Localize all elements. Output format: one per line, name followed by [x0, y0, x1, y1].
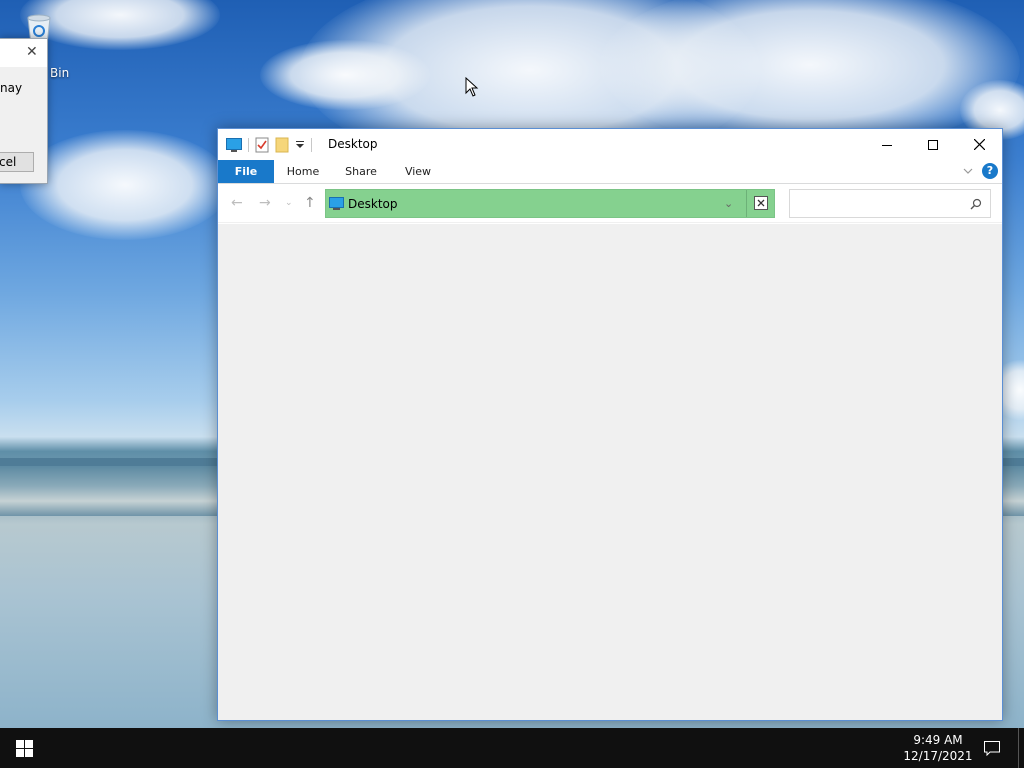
- action-center-button[interactable]: [980, 728, 1004, 768]
- clear-address-button[interactable]: [754, 196, 768, 210]
- cloud: [20, 130, 230, 240]
- close-icon: [973, 139, 985, 150]
- navigation-bar: ← → ⌄ ↑ Desktop ⌄: [218, 185, 1002, 223]
- search-box[interactable]: [789, 189, 991, 218]
- file-explorer-window: Desktop File Home Share View ? ← → ⌄ ↑ D…: [217, 128, 1003, 721]
- tab-view[interactable]: View: [394, 160, 442, 183]
- show-desktop-button[interactable]: [1018, 728, 1019, 768]
- expand-ribbon-icon[interactable]: [963, 168, 973, 175]
- address-bar[interactable]: Desktop ⌄: [325, 189, 775, 218]
- recent-locations-icon[interactable]: ⌄: [285, 198, 293, 208]
- minimize-icon: [882, 144, 892, 146]
- clock-date: 12/17/2021: [903, 749, 973, 763]
- mouse-cursor-icon: [465, 77, 479, 97]
- system-clock[interactable]: 9:49 AM 12/17/2021: [900, 732, 976, 764]
- separator: [248, 138, 249, 152]
- windows-logo-icon: [15, 739, 33, 757]
- dialog-message: nay: [0, 81, 23, 95]
- search-input[interactable]: [794, 194, 964, 213]
- cloud: [260, 40, 430, 110]
- minimize-button[interactable]: [864, 129, 910, 160]
- clear-icon: [757, 199, 765, 207]
- address-divider: [746, 190, 747, 217]
- maximize-button[interactable]: [910, 129, 956, 160]
- address-history-icon[interactable]: ⌄: [724, 197, 733, 210]
- window-title: Desktop: [328, 137, 378, 151]
- close-button[interactable]: [956, 129, 1002, 160]
- forward-icon[interactable]: →: [259, 195, 271, 211]
- properties-icon[interactable]: [255, 137, 269, 153]
- quick-access-toolbar: [226, 136, 312, 154]
- tab-file[interactable]: File: [218, 160, 274, 183]
- search-icon[interactable]: [970, 198, 982, 210]
- dialog-cancel-button[interactable]: cel: [0, 152, 34, 172]
- ribbon-tabs: File Home Share View ?: [218, 160, 1002, 184]
- address-value: Desktop: [348, 197, 398, 211]
- tab-home[interactable]: Home: [278, 160, 328, 183]
- start-button[interactable]: [0, 728, 48, 768]
- recycle-bin-label: Bin: [50, 66, 70, 80]
- notification-icon: [984, 740, 1000, 756]
- help-icon[interactable]: ?: [982, 163, 998, 179]
- title-bar[interactable]: Desktop: [218, 129, 1002, 160]
- partial-dialog: ✕ nay cel: [0, 38, 48, 184]
- up-icon[interactable]: ↑: [304, 195, 316, 211]
- new-folder-icon[interactable]: [275, 137, 289, 153]
- separator: [311, 138, 312, 152]
- back-icon[interactable]: ←: [231, 195, 243, 211]
- desktop-location-icon: [329, 197, 344, 210]
- tab-share[interactable]: Share: [336, 160, 386, 183]
- customize-qat-icon[interactable]: [295, 140, 305, 150]
- clock-time: 9:49 AM: [913, 733, 963, 747]
- desktop-icon: [226, 138, 242, 152]
- file-list-pane[interactable]: [218, 224, 1002, 720]
- dialog-close-icon[interactable]: ✕: [26, 45, 40, 59]
- maximize-icon: [928, 139, 938, 150]
- taskbar: 9:49 AM 12/17/2021: [0, 728, 1024, 768]
